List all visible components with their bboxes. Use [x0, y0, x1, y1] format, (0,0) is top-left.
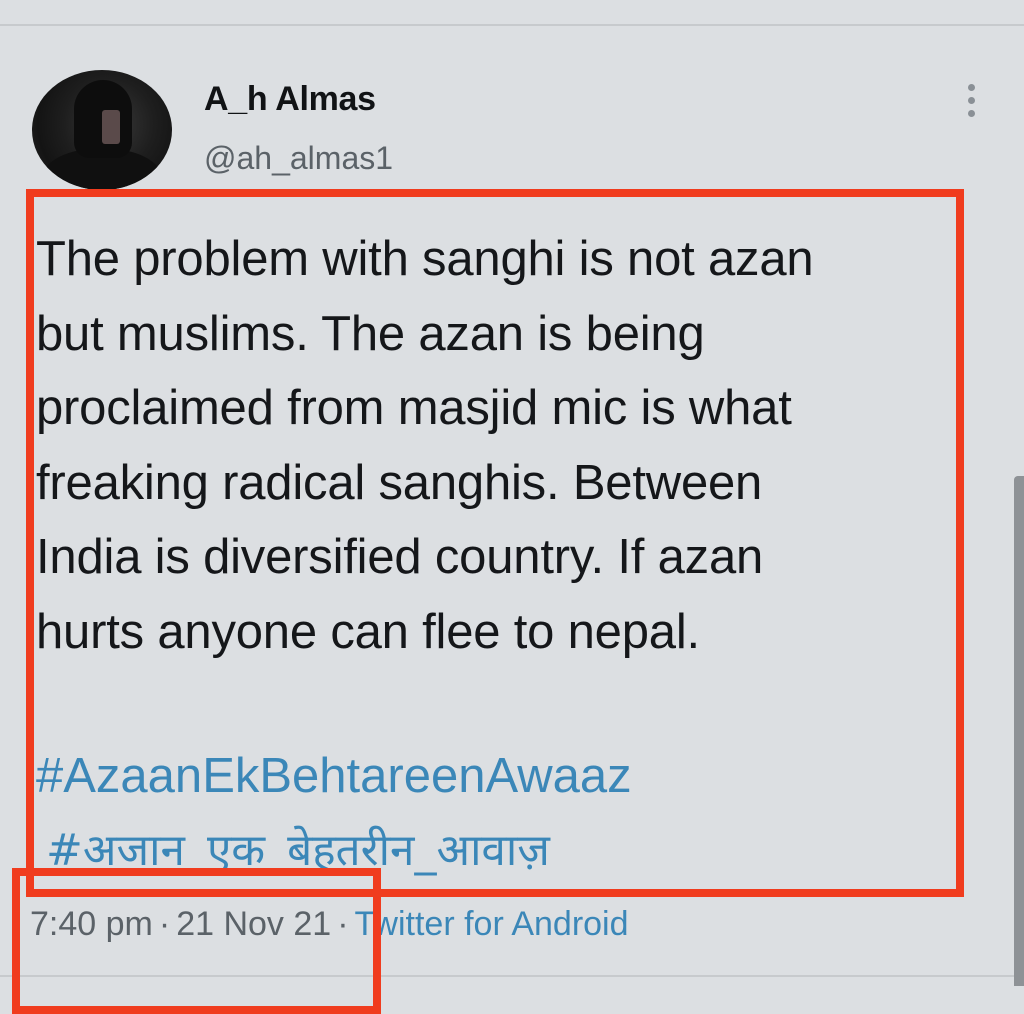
tweet-source-link[interactable]: Twitter for Android	[355, 905, 629, 943]
highlight-box-tweet-text	[26, 189, 964, 897]
highlight-box-timestamp	[12, 868, 381, 1014]
display-name[interactable]: A_h Almas	[204, 80, 376, 119]
user-handle[interactable]: @ah_almas1	[204, 140, 393, 177]
scrollbar[interactable]	[1014, 476, 1024, 986]
avatar[interactable]	[32, 70, 172, 190]
more-vertical-icon[interactable]	[958, 82, 984, 120]
top-divider	[0, 24, 1024, 26]
